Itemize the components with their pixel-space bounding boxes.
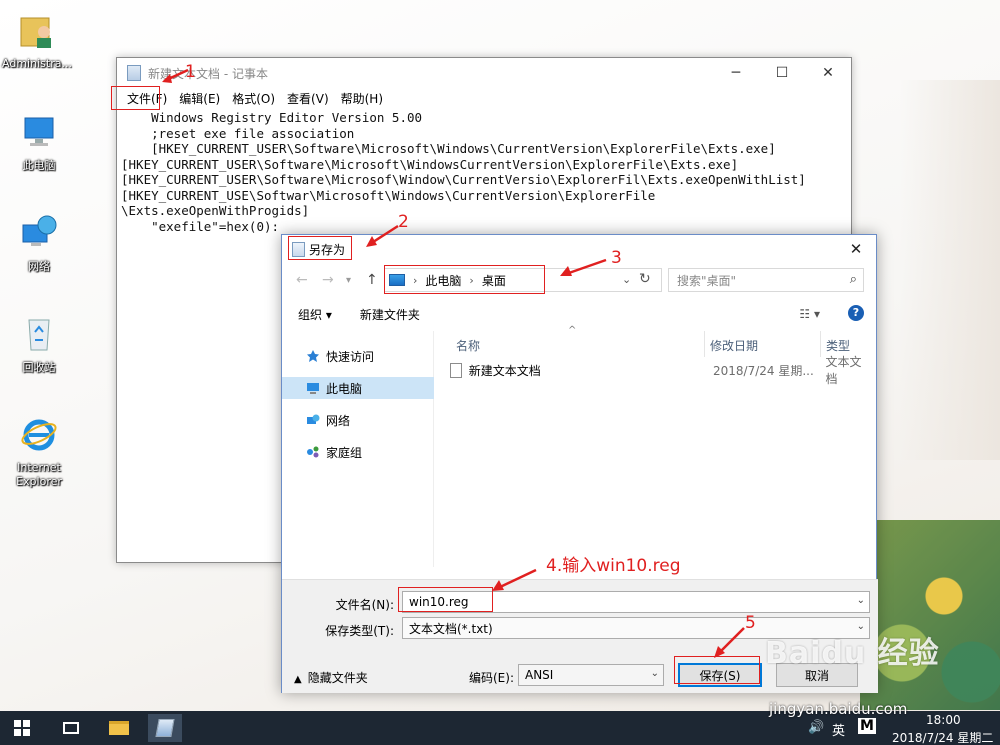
annotation-step-4: 4.输入win10.reg [546,556,681,576]
nav-item-homegroup[interactable]: 家庭组 [282,441,434,463]
chevron-up-icon: ▲ [294,674,302,685]
filetype-value: 文本文档(*.txt) [409,621,493,636]
navigation-pane: 快速访问 此电脑 网络 家庭组 [282,331,434,567]
desktop-icon-internet-explorer[interactable]: Internet Explorer [4,414,74,489]
chevron-down-icon: ⌄ [650,668,659,679]
search-input[interactable]: 搜索"桌面" ⌕ [668,268,864,292]
task-view-button[interactable] [54,714,88,742]
address-dropdown-icon[interactable]: ⌄ [622,273,631,286]
annotation-box-file-menu [111,86,160,110]
task-view-icon [63,722,79,734]
notepad-icon [155,719,175,737]
file-list: ^ 名称 修改日期 类型 新建文本文档 2018/7/24 星期... 文本文档 [442,325,872,567]
column-header-type[interactable]: 类型 [826,337,850,354]
desktop-icon-recycle-bin[interactable]: 回收站 [4,314,74,375]
sort-caret-icon: ^ [568,325,577,336]
network-icon [22,215,57,246]
annotation-arrow-5 [714,627,745,658]
internet-explorer-icon [21,419,57,451]
nav-item-network[interactable]: 网络 [282,409,434,431]
search-placeholder: 搜索"桌面" [677,273,737,288]
encoding-label: 编码(E): [469,671,514,685]
desktop-icon-this-pc[interactable]: 此电脑 [4,112,74,173]
forward-arrow-icon[interactable]: → [322,272,334,288]
folder-icon [109,721,129,735]
organize-button[interactable]: 组织 ▾ [298,306,332,323]
dialog-close-button[interactable]: ✕ [842,239,870,259]
text-file-icon [450,362,462,378]
annotation-arrow-2 [366,224,399,247]
annotation-arrow-3 [560,258,607,276]
desktop-icon-user-folder[interactable]: Administra... [2,10,72,71]
language-indicator[interactable]: 英 [832,720,845,739]
close-icon: ✕ [822,65,834,81]
back-arrow-icon[interactable]: ← [296,272,308,288]
nav-item-this-pc[interactable]: 此电脑 [282,377,434,399]
close-icon: ✕ [849,240,863,258]
volume-icon[interactable]: 🔊 [808,720,824,735]
view-options-icon[interactable]: ☷ ▾ [799,307,820,321]
wallpaper-panel [900,80,1000,460]
encoding-value: ANSI [525,668,554,682]
minimize-button[interactable]: ─ [713,58,759,88]
menu-view[interactable]: 查看(V) [281,90,335,107]
recycle-bin-icon [28,319,50,351]
annotation-arrow-4 [492,568,537,591]
annotation-box-save-button [674,656,760,684]
computer-icon [24,117,54,146]
star-icon [307,350,319,362]
close-button[interactable]: ✕ [805,58,851,88]
maximize-icon: ☐ [775,65,789,81]
baidu-watermark-url: jingyan.baidu.com [769,700,908,718]
column-separator [820,331,821,357]
maximize-button[interactable]: ☐ [759,58,805,88]
minimize-icon: ─ [731,65,741,81]
baidu-watermark: Baidu 经验 [765,636,940,671]
file-explorer-button[interactable] [102,714,136,742]
column-separator [704,331,705,357]
user-folder-icon [20,17,51,48]
menu-format[interactable]: 格式(O) [226,90,281,107]
help-icon[interactable]: ? [848,305,864,321]
refresh-icon[interactable]: ↻ [639,271,651,287]
wallpaper-flowers [860,520,1000,710]
windows-start-icon[interactable] [14,720,30,736]
menu-edit[interactable]: 编辑(E) [173,90,226,107]
file-row[interactable]: 新建文本文档 2018/7/24 星期... 文本文档 [450,355,872,386]
notepad-app-icon [127,65,141,81]
annotation-arrow-1 [162,68,189,83]
annotation-step-3: 3 [611,248,622,268]
encoding-select[interactable]: ANSI ⌄ [518,664,664,686]
chevron-down-icon[interactable]: ⌄ [857,595,865,606]
new-folder-button[interactable]: 新建文件夹 [360,306,420,323]
annotation-box-address [384,265,545,294]
desktop-icon-network[interactable]: 网络 [4,213,74,274]
clock-date[interactable]: 2018/7/24 星期二 [892,729,993,745]
computer-icon [307,383,319,394]
ime-indicator[interactable]: M [858,718,876,734]
homegroup-icon [307,446,319,458]
notepad-menubar: 文件(F) 编辑(E) 格式(O) 查看(V) 帮助(H) [117,88,851,108]
filename-label: 文件名(N): [335,598,394,612]
file-modified: 2018/7/24 星期... [712,363,814,378]
notepad-text-area[interactable]: Windows Registry Editor Version 5.00 ;re… [117,108,851,234]
search-icon: ⌕ [849,272,857,287]
file-name: 新建文本文档 [468,363,541,378]
column-header-modified[interactable]: 修改日期 [710,337,758,354]
annotation-box-save-as [288,236,352,260]
nav-item-quick-access[interactable]: 快速访问 [282,345,434,367]
recent-chevron-down-icon[interactable]: ▾ [346,275,351,286]
file-type: 文本文档 [825,355,862,386]
save-as-dialog[interactable]: 另存为 ✕ ← → ▾ ↑ › 此电脑 › 桌面 ⌄ ↻ 搜索"桌面" ⌕ 组织… [281,234,878,693]
clock-time[interactable]: 18:00 [926,713,961,727]
menu-help[interactable]: 帮助(H) [335,90,389,107]
column-header-name[interactable]: 名称 [456,337,480,354]
hide-folders-toggle[interactable]: ▲ 隐藏文件夹 [294,669,368,686]
network-icon [307,414,320,424]
filetype-label: 保存类型(T): [325,624,394,638]
annotation-box-filename [398,587,493,612]
notepad-taskbar-button[interactable] [148,714,182,742]
up-arrow-icon[interactable]: ↑ [366,272,378,288]
dialog-toolbar: 组织 ▾ 新建文件夹 ☷ ▾ ? [282,299,878,329]
